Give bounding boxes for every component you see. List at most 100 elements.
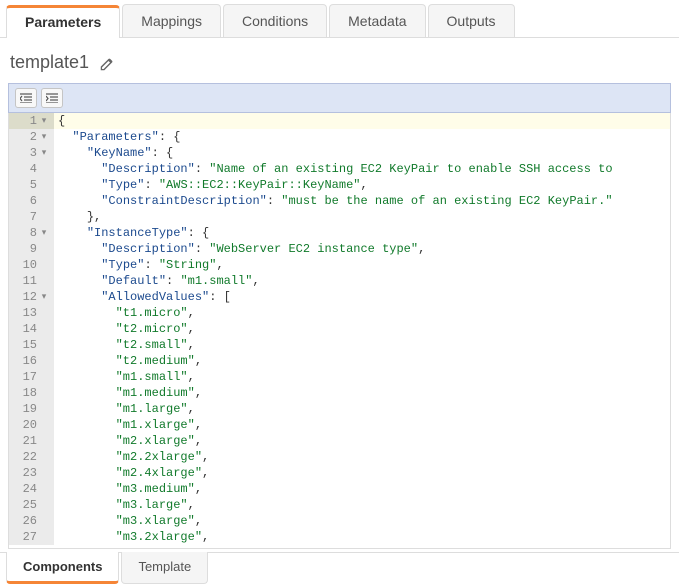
code-content: "Type": "AWS::EC2::KeyPair::KeyName", bbox=[54, 177, 368, 193]
line-number: 27 bbox=[9, 529, 54, 545]
code-line[interactable]: 22 "m2.2xlarge", bbox=[9, 449, 670, 465]
code-line[interactable]: 21 "m2.xlarge", bbox=[9, 433, 670, 449]
code-line[interactable]: 5 "Type": "AWS::EC2::KeyPair::KeyName", bbox=[9, 177, 670, 193]
line-number: 24 bbox=[9, 481, 54, 497]
line-number: 11 bbox=[9, 273, 54, 289]
code-line[interactable]: 11 "Default": "m1.small", bbox=[9, 273, 670, 289]
tab-parameters[interactable]: Parameters bbox=[6, 5, 120, 38]
fold-icon[interactable]: ▾ bbox=[40, 289, 48, 305]
code-content: "Description": "Name of an existing EC2 … bbox=[54, 161, 613, 177]
line-number: 23 bbox=[9, 465, 54, 481]
code-line[interactable]: 9 "Description": "WebServer EC2 instance… bbox=[9, 241, 670, 257]
code-line[interactable]: 13 "t1.micro", bbox=[9, 305, 670, 321]
tab-components[interactable]: Components bbox=[6, 552, 119, 584]
template-header: template1 bbox=[0, 38, 679, 83]
line-number: 22 bbox=[9, 449, 54, 465]
line-number: 8▾ bbox=[9, 225, 54, 241]
code-content: "m3.xlarge", bbox=[54, 513, 202, 529]
code-content: "Parameters": { bbox=[54, 129, 180, 145]
code-line[interactable]: 24 "m3.medium", bbox=[9, 481, 670, 497]
code-content: "ConstraintDescription": "must be the na… bbox=[54, 193, 613, 209]
code-content: "m1.large", bbox=[54, 401, 195, 417]
code-line[interactable]: 2▾ "Parameters": { bbox=[9, 129, 670, 145]
template-name: template1 bbox=[10, 52, 89, 73]
code-line[interactable]: 19 "m1.large", bbox=[9, 401, 670, 417]
fold-icon[interactable]: ▾ bbox=[40, 113, 48, 129]
fold-icon[interactable]: ▾ bbox=[40, 129, 48, 145]
code-content: "m1.xlarge", bbox=[54, 417, 202, 433]
code-line[interactable]: 23 "m2.4xlarge", bbox=[9, 465, 670, 481]
code-content: "m3.large", bbox=[54, 497, 195, 513]
fold-icon[interactable]: ▾ bbox=[40, 145, 48, 161]
bottom-tab-bar: Components Template bbox=[0, 552, 679, 585]
line-number: 3▾ bbox=[9, 145, 54, 161]
line-number: 12▾ bbox=[9, 289, 54, 305]
code-content: "KeyName": { bbox=[54, 145, 173, 161]
code-content: "m1.small", bbox=[54, 369, 195, 385]
code-line[interactable]: 10 "Type": "String", bbox=[9, 257, 670, 273]
top-tab-bar: Parameters Mappings Conditions Metadata … bbox=[0, 0, 679, 38]
line-number: 14 bbox=[9, 321, 54, 337]
line-number: 16 bbox=[9, 353, 54, 369]
code-line[interactable]: 20 "m1.xlarge", bbox=[9, 417, 670, 433]
code-content: "t1.micro", bbox=[54, 305, 195, 321]
line-number: 9 bbox=[9, 241, 54, 257]
code-line[interactable]: 4 "Description": "Name of an existing EC… bbox=[9, 161, 670, 177]
line-number: 1▾ bbox=[9, 113, 54, 129]
line-number: 6 bbox=[9, 193, 54, 209]
line-number: 18 bbox=[9, 385, 54, 401]
code-line[interactable]: 27 "m3.2xlarge", bbox=[9, 529, 670, 545]
line-number: 2▾ bbox=[9, 129, 54, 145]
edit-name-button[interactable] bbox=[99, 56, 113, 70]
code-content: "t2.micro", bbox=[54, 321, 195, 337]
tab-outputs[interactable]: Outputs bbox=[428, 4, 515, 37]
code-content: "Type": "String", bbox=[54, 257, 224, 273]
code-line[interactable]: 8▾ "InstanceType": { bbox=[9, 225, 670, 241]
line-number: 20 bbox=[9, 417, 54, 433]
outdent-button[interactable] bbox=[15, 88, 37, 108]
code-line[interactable]: 25 "m3.large", bbox=[9, 497, 670, 513]
indent-button[interactable] bbox=[41, 88, 63, 108]
line-number: 5 bbox=[9, 177, 54, 193]
editor-toolbar bbox=[8, 83, 671, 113]
fold-icon[interactable]: ▾ bbox=[40, 225, 48, 241]
line-number: 10 bbox=[9, 257, 54, 273]
code-content: "m2.4xlarge", bbox=[54, 465, 209, 481]
code-line[interactable]: 15 "t2.small", bbox=[9, 337, 670, 353]
line-number: 26 bbox=[9, 513, 54, 529]
line-number: 19 bbox=[9, 401, 54, 417]
code-content: }, bbox=[54, 209, 101, 225]
code-line[interactable]: 1▾{ bbox=[9, 113, 670, 129]
code-content: "m2.xlarge", bbox=[54, 433, 202, 449]
line-number: 15 bbox=[9, 337, 54, 353]
line-number: 7 bbox=[9, 209, 54, 225]
code-line[interactable]: 3▾ "KeyName": { bbox=[9, 145, 670, 161]
code-line[interactable]: 18 "m1.medium", bbox=[9, 385, 670, 401]
code-line[interactable]: 6 "ConstraintDescription": "must be the … bbox=[9, 193, 670, 209]
code-content: "InstanceType": { bbox=[54, 225, 209, 241]
code-content: "t2.medium", bbox=[54, 353, 202, 369]
code-content: { bbox=[54, 113, 65, 129]
tab-metadata[interactable]: Metadata bbox=[329, 4, 425, 37]
code-content: "m3.medium", bbox=[54, 481, 202, 497]
code-line[interactable]: 12▾ "AllowedValues": [ bbox=[9, 289, 670, 305]
code-content: "Default": "m1.small", bbox=[54, 273, 260, 289]
line-number: 4 bbox=[9, 161, 54, 177]
tab-conditions[interactable]: Conditions bbox=[223, 4, 327, 37]
code-line[interactable]: 16 "t2.medium", bbox=[9, 353, 670, 369]
code-line[interactable]: 7 }, bbox=[9, 209, 670, 225]
tab-mappings[interactable]: Mappings bbox=[122, 4, 221, 37]
tab-template[interactable]: Template bbox=[121, 552, 208, 584]
code-line[interactable]: 26 "m3.xlarge", bbox=[9, 513, 670, 529]
code-line[interactable]: 14 "t2.micro", bbox=[9, 321, 670, 337]
code-content: "t2.small", bbox=[54, 337, 195, 353]
code-content: "Description": "WebServer EC2 instance t… bbox=[54, 241, 425, 257]
code-content: "AllowedValues": [ bbox=[54, 289, 231, 305]
code-content: "m1.medium", bbox=[54, 385, 202, 401]
line-number: 17 bbox=[9, 369, 54, 385]
line-number: 13 bbox=[9, 305, 54, 321]
code-content: "m3.2xlarge", bbox=[54, 529, 209, 545]
code-line[interactable]: 17 "m1.small", bbox=[9, 369, 670, 385]
code-editor[interactable]: 1▾{2▾ "Parameters": {3▾ "KeyName": {4 "D… bbox=[8, 113, 671, 549]
line-number: 21 bbox=[9, 433, 54, 449]
